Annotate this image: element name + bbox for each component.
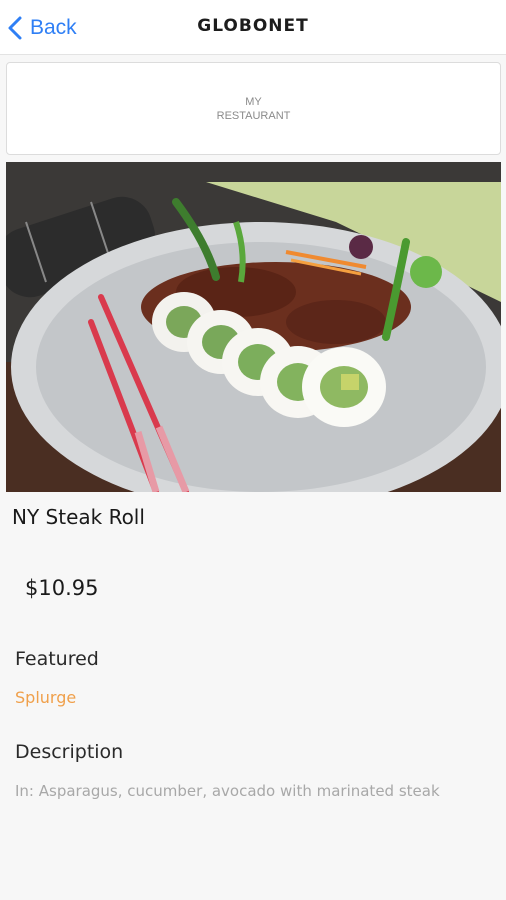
description-text: In: Asparagus, cucumber, avocado with ma…	[15, 782, 440, 800]
restaurant-name: MY RESTAURANT	[209, 95, 299, 123]
restaurant-banner[interactable]: MY RESTAURANT	[6, 62, 501, 155]
item-photo	[6, 162, 501, 492]
nav-bar: Back GLOBONET	[0, 0, 506, 55]
sushi-plate-illustration	[6, 162, 501, 492]
item-name: NY Steak Roll	[12, 505, 145, 529]
item-price: $10.95	[25, 576, 99, 600]
featured-value: Splurge	[15, 688, 77, 707]
restaurant-name-line2: RESTAURANT	[216, 109, 291, 122]
description-heading: Description	[15, 741, 124, 763]
brand-logo: GLOBONET	[197, 16, 309, 36]
featured-heading: Featured	[15, 648, 99, 670]
restaurant-name-line1: MY	[245, 95, 262, 108]
